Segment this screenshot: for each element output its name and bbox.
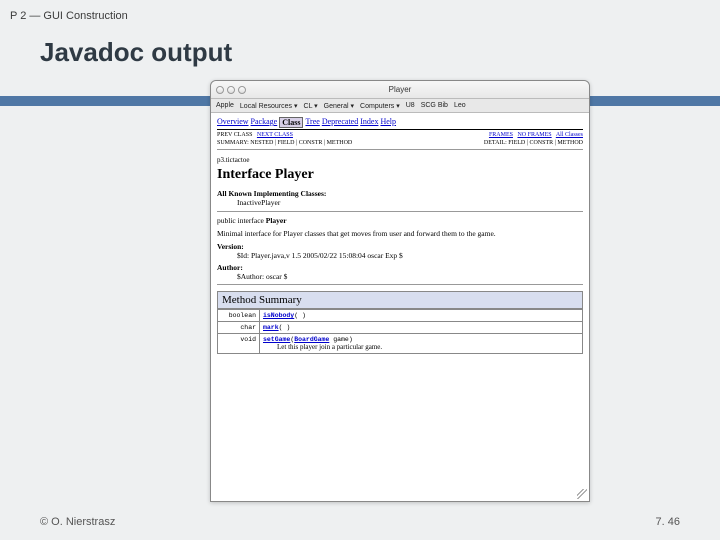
version-label: Version: [217, 242, 583, 251]
bookmark-item[interactable]: SCG Bib [421, 102, 448, 109]
table-row: void setGame(BoardGame game) Let this pl… [218, 334, 583, 354]
minimize-icon[interactable] [227, 86, 235, 94]
bookmark-item[interactable]: Apple [216, 102, 234, 109]
table-row: char mark( ) [218, 322, 583, 334]
divider [217, 149, 583, 150]
method-cell: mark( ) [260, 322, 583, 334]
nav-deprecated[interactable]: Deprecated [322, 117, 358, 128]
author-value: $Author: oscar $ [237, 272, 583, 281]
page-number: 7. 46 [656, 516, 680, 528]
return-type: void [218, 334, 260, 354]
slide-header: P 2 — GUI Construction [0, 0, 720, 22]
method-summary-table: boolean isNobody( ) char mark( ) void se… [217, 309, 583, 354]
interface-signature: public interface Player [217, 216, 583, 225]
close-icon[interactable] [216, 86, 224, 94]
copyright: © O. Nierstrasz [40, 516, 115, 528]
method-cell: isNobody( ) [260, 310, 583, 322]
method-link-isnobody[interactable]: isNobody [263, 312, 294, 319]
table-row: boolean isNobody( ) [218, 310, 583, 322]
interface-title: Interface Player [217, 167, 583, 183]
arg-type-link[interactable]: BoardGame [294, 336, 329, 343]
javadoc-nav: Overview Package Class Tree Deprecated I… [217, 117, 583, 130]
version-value: $Id: Player.java,v 1.5 2005/02/22 15:08:… [237, 251, 583, 260]
slide-title: Javadoc output [0, 22, 720, 78]
method-cell: setGame(BoardGame game) Let this player … [260, 334, 583, 354]
bookmark-item[interactable]: General ▾ [324, 102, 354, 110]
interface-description: Minimal interface for Player classes tha… [217, 229, 583, 238]
known-impl-label: All Known Implementing Classes: [217, 189, 583, 198]
method-description: Let this player join a particular game. [277, 343, 579, 351]
nav-tree[interactable]: Tree [305, 117, 319, 128]
prev-class: PREV CLASS [217, 132, 252, 138]
noframes-link[interactable]: NO FRAMES [517, 132, 551, 138]
summary-nav: SUMMARY: NESTED | FIELD | CONSTR | METHO… [217, 140, 352, 146]
return-type: boolean [218, 310, 260, 322]
traffic-lights [216, 86, 246, 94]
frames-link[interactable]: FRAMES [489, 132, 513, 138]
return-type: char [218, 322, 260, 334]
slide-footer: © O. Nierstrasz 7. 46 [40, 516, 680, 528]
known-impl-value: InactivePlayer [237, 198, 583, 207]
divider [217, 211, 583, 212]
bookmark-item[interactable]: Leo [454, 102, 466, 109]
all-classes-link[interactable]: All Classes [556, 132, 583, 138]
bookmark-item[interactable]: U8 [406, 102, 415, 109]
window-title: Player [389, 85, 412, 94]
nav-package[interactable]: Package [251, 117, 278, 128]
nav-overview[interactable]: Overview [217, 117, 249, 128]
bookmark-item[interactable]: Local Resources ▾ [240, 102, 298, 110]
method-link-mark[interactable]: mark [263, 324, 279, 331]
detail-nav: DETAIL: FIELD | CONSTR | METHOD [484, 140, 583, 146]
nav-index[interactable]: Index [360, 117, 378, 128]
method-summary-header: Method Summary [217, 291, 583, 309]
javadoc-subnav: PREV CLASS NEXT CLASS FRAMES NO FRAMES A… [217, 132, 583, 138]
resize-grip-icon[interactable] [577, 489, 587, 499]
author-label: Author: [217, 263, 583, 272]
next-class-link[interactable]: NEXT CLASS [257, 132, 293, 138]
bookmark-item[interactable]: CL ▾ [304, 102, 318, 110]
javadoc-content: Overview Package Class Tree Deprecated I… [211, 113, 589, 501]
package-name: p3.tictactoe [217, 156, 583, 164]
bookmark-bar: Apple Local Resources ▾ CL ▾ General ▾ C… [211, 99, 589, 113]
divider [217, 284, 583, 285]
nav-class-active: Class [279, 117, 303, 128]
browser-window: Player Apple Local Resources ▾ CL ▾ Gene… [210, 80, 590, 502]
summary-detail-nav: SUMMARY: NESTED | FIELD | CONSTR | METHO… [217, 140, 583, 146]
method-link-setgame[interactable]: setGame [263, 336, 290, 343]
bookmark-item[interactable]: Computers ▾ [360, 102, 400, 110]
window-titlebar: Player [211, 81, 589, 99]
zoom-icon[interactable] [238, 86, 246, 94]
nav-help[interactable]: Help [380, 117, 396, 128]
